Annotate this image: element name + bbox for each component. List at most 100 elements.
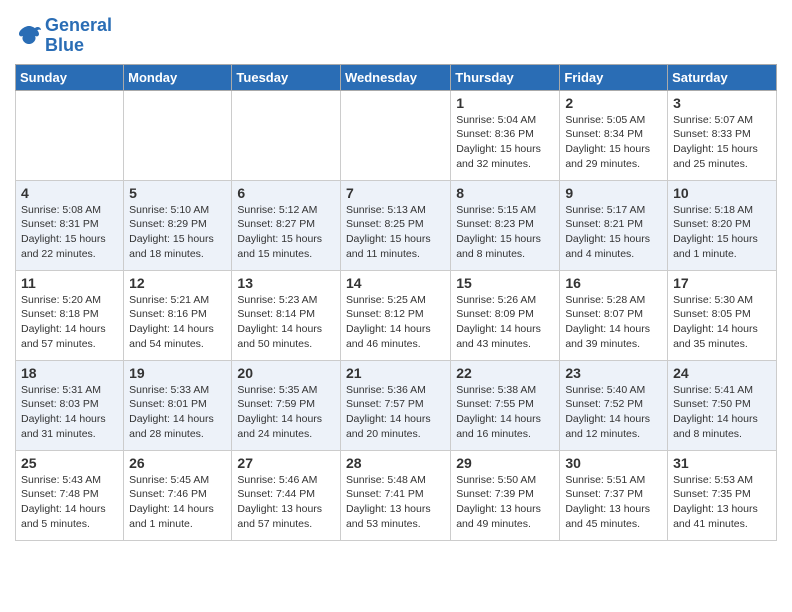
day-number: 16 [565, 275, 662, 291]
day-number: 17 [673, 275, 771, 291]
day-number: 26 [129, 455, 226, 471]
day-info: Sunrise: 5:12 AM Sunset: 8:27 PM Dayligh… [237, 203, 335, 262]
page: General Blue SundayMondayTuesdayWednesda… [0, 0, 792, 551]
day-cell-28: 28 Sunrise: 5:48 AM Sunset: 7:41 PM Dayli… [340, 450, 450, 540]
day-cell-15: 15 Sunrise: 5:26 AM Sunset: 8:09 PM Dayli… [451, 270, 560, 360]
week-row-3: 11Sunrise: 5:20 AM Sunset: 8:18 PM Dayli… [16, 270, 777, 360]
empty-cell [232, 90, 341, 180]
day-header-wednesday: Wednesday [340, 64, 450, 90]
day-info: Sunrise: 5:25 AM Sunset: 8:12 PM Dayligh… [346, 293, 445, 352]
day-header-monday: Monday [124, 64, 232, 90]
day-cell-31: 31Sunrise: 5:53 AM Sunset: 7:35 PM Dayli… [668, 450, 777, 540]
day-number: 8 [456, 185, 554, 201]
day-info: Sunrise: 5:10 AM Sunset: 8:29 PM Dayligh… [129, 203, 226, 262]
day-info: Sunrise: 5:26 AM Sunset: 8:09 PM Dayligh… [456, 293, 554, 352]
day-cell-2: 2 Sunrise: 5:05 AM Sunset: 8:34 PM Daylig… [560, 90, 668, 180]
day-cell-1: 1Sunrise: 5:04 AM Sunset: 8:36 PM Daylig… [451, 90, 560, 180]
day-info: Sunrise: 5:40 AM Sunset: 7:52 PM Dayligh… [565, 383, 662, 442]
day-number: 23 [565, 365, 662, 381]
day-cell-27: 27 Sunrise: 5:46 AM Sunset: 7:44 PM Dayli… [232, 450, 341, 540]
day-info: Sunrise: 5:48 AM Sunset: 7:41 PM Dayligh… [346, 473, 445, 532]
empty-cell [340, 90, 450, 180]
day-info: Sunrise: 5:28 AM Sunset: 8:07 PM Dayligh… [565, 293, 662, 352]
day-number: 11 [21, 275, 118, 291]
day-number: 12 [129, 275, 226, 291]
week-row-5: 25Sunrise: 5:43 AM Sunset: 7:48 PM Dayli… [16, 450, 777, 540]
day-number: 3 [673, 95, 771, 111]
day-info: Sunrise: 5:30 AM Sunset: 8:05 PM Dayligh… [673, 293, 771, 352]
day-header-sunday: Sunday [16, 64, 124, 90]
day-number: 19 [129, 365, 226, 381]
day-number: 21 [346, 365, 445, 381]
header: General Blue [15, 10, 777, 56]
day-info: Sunrise: 5:41 AM Sunset: 7:50 PM Dayligh… [673, 383, 771, 442]
day-info: Sunrise: 5:05 AM Sunset: 8:34 PM Dayligh… [565, 113, 662, 172]
day-info: Sunrise: 5:04 AM Sunset: 8:36 PM Dayligh… [456, 113, 554, 172]
day-info: Sunrise: 5:36 AM Sunset: 7:57 PM Dayligh… [346, 383, 445, 442]
day-cell-4: 4 Sunrise: 5:08 AM Sunset: 8:31 PM Daylig… [16, 180, 124, 270]
day-info: Sunrise: 5:15 AM Sunset: 8:23 PM Dayligh… [456, 203, 554, 262]
day-number: 10 [673, 185, 771, 201]
day-info: Sunrise: 5:50 AM Sunset: 7:39 PM Dayligh… [456, 473, 554, 532]
day-number: 30 [565, 455, 662, 471]
week-row-2: 4 Sunrise: 5:08 AM Sunset: 8:31 PM Daylig… [16, 180, 777, 270]
day-info: Sunrise: 5:31 AM Sunset: 8:03 PM Dayligh… [21, 383, 118, 442]
day-info: Sunrise: 5:38 AM Sunset: 7:55 PM Dayligh… [456, 383, 554, 442]
day-cell-6: 6 Sunrise: 5:12 AM Sunset: 8:27 PM Daylig… [232, 180, 341, 270]
day-cell-13: 13 Sunrise: 5:23 AM Sunset: 8:14 PM Dayli… [232, 270, 341, 360]
day-number: 14 [346, 275, 445, 291]
day-cell-18: 18 Sunrise: 5:31 AM Sunset: 8:03 PM Dayli… [16, 360, 124, 450]
day-cell-21: 21 Sunrise: 5:36 AM Sunset: 7:57 PM Dayli… [340, 360, 450, 450]
day-number: 15 [456, 275, 554, 291]
day-number: 6 [237, 185, 335, 201]
calendar-table: SundayMondayTuesdayWednesdayThursdayFrid… [15, 64, 777, 541]
day-info: Sunrise: 5:51 AM Sunset: 7:37 PM Dayligh… [565, 473, 662, 532]
day-cell-19: 19 Sunrise: 5:33 AM Sunset: 8:01 PM Dayli… [124, 360, 232, 450]
day-number: 22 [456, 365, 554, 381]
day-info: Sunrise: 5:18 AM Sunset: 8:20 PM Dayligh… [673, 203, 771, 262]
day-cell-30: 30 Sunrise: 5:51 AM Sunset: 7:37 PM Dayli… [560, 450, 668, 540]
day-info: Sunrise: 5:13 AM Sunset: 8:25 PM Dayligh… [346, 203, 445, 262]
day-number: 2 [565, 95, 662, 111]
day-number: 4 [21, 185, 118, 201]
day-cell-7: 7Sunrise: 5:13 AM Sunset: 8:25 PM Daylig… [340, 180, 450, 270]
day-cell-22: 22 Sunrise: 5:38 AM Sunset: 7:55 PM Dayli… [451, 360, 560, 450]
day-info: Sunrise: 5:33 AM Sunset: 8:01 PM Dayligh… [129, 383, 226, 442]
empty-cell [16, 90, 124, 180]
day-cell-17: 17 Sunrise: 5:30 AM Sunset: 8:05 PM Dayli… [668, 270, 777, 360]
day-cell-14: 14 Sunrise: 5:25 AM Sunset: 8:12 PM Dayli… [340, 270, 450, 360]
day-number: 28 [346, 455, 445, 471]
week-row-4: 18 Sunrise: 5:31 AM Sunset: 8:03 PM Dayli… [16, 360, 777, 450]
day-number: 5 [129, 185, 226, 201]
day-number: 9 [565, 185, 662, 201]
day-info: Sunrise: 5:45 AM Sunset: 7:46 PM Dayligh… [129, 473, 226, 532]
calendar-header-row: SundayMondayTuesdayWednesdayThursdayFrid… [16, 64, 777, 90]
day-info: Sunrise: 5:08 AM Sunset: 8:31 PM Dayligh… [21, 203, 118, 262]
day-number: 18 [21, 365, 118, 381]
day-cell-12: 12Sunrise: 5:21 AM Sunset: 8:16 PM Dayli… [124, 270, 232, 360]
day-number: 31 [673, 455, 771, 471]
day-cell-23: 23 Sunrise: 5:40 AM Sunset: 7:52 PM Dayli… [560, 360, 668, 450]
day-info: Sunrise: 5:07 AM Sunset: 8:33 PM Dayligh… [673, 113, 771, 172]
day-cell-29: 29 Sunrise: 5:50 AM Sunset: 7:39 PM Dayli… [451, 450, 560, 540]
day-number: 13 [237, 275, 335, 291]
day-header-thursday: Thursday [451, 64, 560, 90]
day-header-friday: Friday [560, 64, 668, 90]
day-cell-8: 8 Sunrise: 5:15 AM Sunset: 8:23 PM Daylig… [451, 180, 560, 270]
day-cell-3: 3 Sunrise: 5:07 AM Sunset: 8:33 PM Daylig… [668, 90, 777, 180]
day-header-saturday: Saturday [668, 64, 777, 90]
day-number: 27 [237, 455, 335, 471]
day-info: Sunrise: 5:23 AM Sunset: 8:14 PM Dayligh… [237, 293, 335, 352]
day-cell-11: 11Sunrise: 5:20 AM Sunset: 8:18 PM Dayli… [16, 270, 124, 360]
day-info: Sunrise: 5:43 AM Sunset: 7:48 PM Dayligh… [21, 473, 118, 532]
day-number: 24 [673, 365, 771, 381]
day-info: Sunrise: 5:46 AM Sunset: 7:44 PM Dayligh… [237, 473, 335, 532]
day-cell-16: 16 Sunrise: 5:28 AM Sunset: 8:07 PM Dayli… [560, 270, 668, 360]
day-cell-20: 20Sunrise: 5:35 AM Sunset: 7:59 PM Dayli… [232, 360, 341, 450]
empty-cell [124, 90, 232, 180]
week-row-1: 1Sunrise: 5:04 AM Sunset: 8:36 PM Daylig… [16, 90, 777, 180]
day-info: Sunrise: 5:17 AM Sunset: 8:21 PM Dayligh… [565, 203, 662, 262]
day-cell-9: 9 Sunrise: 5:17 AM Sunset: 8:21 PM Daylig… [560, 180, 668, 270]
logo: General Blue [15, 16, 112, 56]
day-number: 29 [456, 455, 554, 471]
